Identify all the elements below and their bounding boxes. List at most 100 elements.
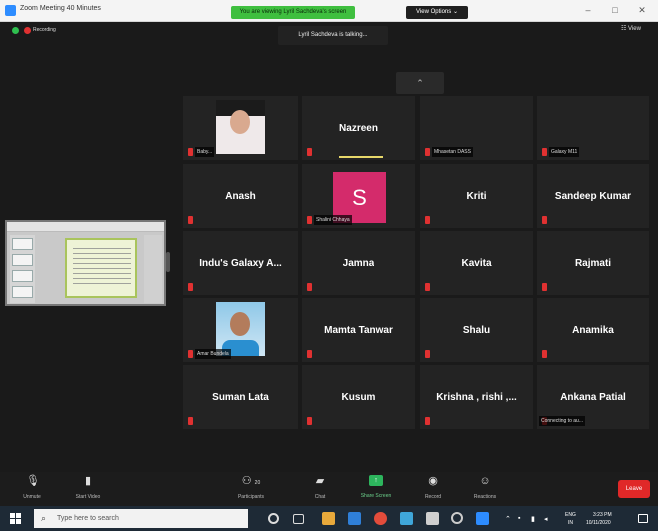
participant-label: Shalini Chhaya xyxy=(314,215,352,225)
mic-muted-icon xyxy=(542,283,547,291)
participant-tile[interactable]: Kavita xyxy=(420,231,533,295)
mic-muted-icon xyxy=(425,148,430,156)
participant-name: Kusum xyxy=(302,365,415,429)
participant-tile[interactable]: Suman Lata xyxy=(183,365,298,429)
record-button[interactable]: ◉ Record xyxy=(407,472,459,506)
windows-start-icon[interactable] xyxy=(10,513,21,524)
participant-tile[interactable]: Kriti xyxy=(420,164,533,228)
mic-muted-icon xyxy=(425,216,430,224)
clock-time[interactable]: 3:23 PM xyxy=(593,512,612,518)
chat-label: Chat xyxy=(314,494,326,500)
participant-tile[interactable]: Anash xyxy=(183,164,298,228)
mail-icon[interactable] xyxy=(348,512,361,525)
tray-chevron-icon[interactable]: ⌃ xyxy=(505,515,511,523)
participant-name-text: Kriti xyxy=(466,190,487,202)
start-video-label: Start Video xyxy=(75,494,101,500)
participant-label: Mhasetan DASS xyxy=(432,147,473,157)
participant-name-text: Kusum xyxy=(341,391,376,403)
participant-name: Suman Lata xyxy=(183,365,298,429)
encryption-shield-icon[interactable] xyxy=(12,27,19,34)
task-view-icon[interactable] xyxy=(293,514,304,524)
chrome-icon[interactable] xyxy=(374,512,387,525)
close-icon[interactable]: ✕ xyxy=(631,3,653,18)
mic-muted-icon xyxy=(307,350,312,358)
microphone-muted-icon: 🎙 xyxy=(26,475,40,487)
participant-tile[interactable]: Krishna , rishi ,... xyxy=(420,365,533,429)
participant-name-text: Ankana Patial xyxy=(560,391,626,403)
current-slide xyxy=(65,238,137,298)
unmute-label: Unmute xyxy=(23,494,41,500)
notifications-icon[interactable] xyxy=(638,514,648,523)
screen-share-banner: You are viewing Lyril Sachdeva's screen xyxy=(231,6,355,19)
participant-tile[interactable]: Mhasetan DASS xyxy=(420,96,533,160)
participant-face xyxy=(230,110,250,134)
volume-icon[interactable]: ◂ xyxy=(544,515,548,523)
taskbar-search-box[interactable]: ⌕ Type here to search xyxy=(34,509,248,528)
participant-tile[interactable]: Sandeep Kumar xyxy=(537,164,649,228)
zoom-app-icon xyxy=(5,5,16,16)
participant-tile[interactable]: Rajmati xyxy=(537,231,649,295)
participant-tile[interactable]: Baby... xyxy=(183,96,298,160)
mic-muted-icon xyxy=(425,417,430,425)
zoom-taskbar-icon[interactable] xyxy=(476,512,489,525)
participant-name-text: Sandeep Kumar xyxy=(554,190,632,202)
participant-name-text: Rajmati xyxy=(574,257,612,269)
unmute-button[interactable]: 🎙 Unmute xyxy=(6,472,58,506)
participant-tile[interactable]: Ankana Patial Connecting to au... xyxy=(537,365,649,429)
slide-text xyxy=(73,248,131,288)
participant-name: Anash xyxy=(183,164,298,228)
chat-icon: ▰ xyxy=(315,475,325,487)
minimize-icon[interactable]: – xyxy=(577,3,599,18)
participant-tile[interactable]: Shalu xyxy=(420,298,533,362)
view-options-button[interactable]: View Options ⌄ xyxy=(406,6,468,19)
region-code[interactable]: IN xyxy=(568,520,573,526)
participant-name: Nazreen xyxy=(302,96,415,160)
participants-count: 20 xyxy=(254,480,261,486)
view-button[interactable]: ☷ View xyxy=(621,25,641,32)
leave-button[interactable]: Leave xyxy=(618,480,650,498)
participant-name-text: Nazreen xyxy=(339,122,378,134)
file-explorer-icon[interactable] xyxy=(322,512,335,525)
participant-name: Jamna xyxy=(302,231,415,295)
search-placeholder: Type here to search xyxy=(57,515,119,522)
start-video-button[interactable]: ▮ Start Video xyxy=(62,472,114,506)
network-icon[interactable]: ▪ xyxy=(518,515,520,522)
record-icon: ◉ xyxy=(428,475,438,487)
participant-face xyxy=(230,312,250,336)
search-icon: ⌕ xyxy=(41,513,47,523)
participant-tile[interactable]: Indu's Galaxy A... xyxy=(183,231,298,295)
chat-button[interactable]: ▰ Chat xyxy=(294,472,346,506)
chevron-up-icon[interactable]: ⌃ xyxy=(396,72,444,94)
meeting-toolbar: 🎙 Unmute ▮ Start Video ⚇ 20 Participants… xyxy=(0,472,658,506)
maximize-icon[interactable]: □ xyxy=(604,3,626,18)
store-icon[interactable] xyxy=(426,512,439,525)
participant-tile[interactable]: Amar Bundela xyxy=(183,298,298,362)
mic-muted-icon xyxy=(307,417,312,425)
share-screen-button[interactable]: ↑ Share Screen xyxy=(350,472,402,506)
shared-app-ribbon xyxy=(7,222,164,232)
participants-icon: ⚇ 20 xyxy=(241,475,261,487)
slide-thumbnail-strip xyxy=(10,235,35,303)
clock-date[interactable]: 10/11/2020 xyxy=(586,520,611,526)
participant-label: Amar Bundela xyxy=(195,349,231,359)
participant-tile[interactable]: Jamna xyxy=(302,231,415,295)
participant-tile[interactable]: Galaxy M11 xyxy=(537,96,649,160)
participant-label: Galaxy M11 xyxy=(549,147,580,157)
participants-button[interactable]: ⚇ 20 Participants xyxy=(225,472,277,506)
reactions-button[interactable]: ☺ Reactions xyxy=(459,472,511,506)
cortana-icon[interactable] xyxy=(268,513,279,524)
zoom-meeting-window: Zoom Meeting 40 Minutes You are viewing … xyxy=(0,0,658,531)
battery-icon[interactable]: ▮ xyxy=(531,515,535,523)
participant-name-text: Jamna xyxy=(342,257,375,269)
shared-screen-thumbnail[interactable] xyxy=(5,220,166,306)
participant-tile[interactable]: Mamta Tanwar xyxy=(302,298,415,362)
participant-tile[interactable]: Kusum xyxy=(302,365,415,429)
participant-tile[interactable]: Anamika xyxy=(537,298,649,362)
participant-tile[interactable]: S Shalini Chhaya xyxy=(302,164,415,228)
participant-name: Krishna , rishi ,... xyxy=(420,365,533,429)
panel-resize-handle[interactable] xyxy=(166,252,170,272)
language-code[interactable]: ENG xyxy=(565,512,576,518)
edge-icon[interactable] xyxy=(400,512,413,525)
app-icon[interactable] xyxy=(451,512,463,524)
participant-tile[interactable]: Nazreen xyxy=(302,96,415,160)
